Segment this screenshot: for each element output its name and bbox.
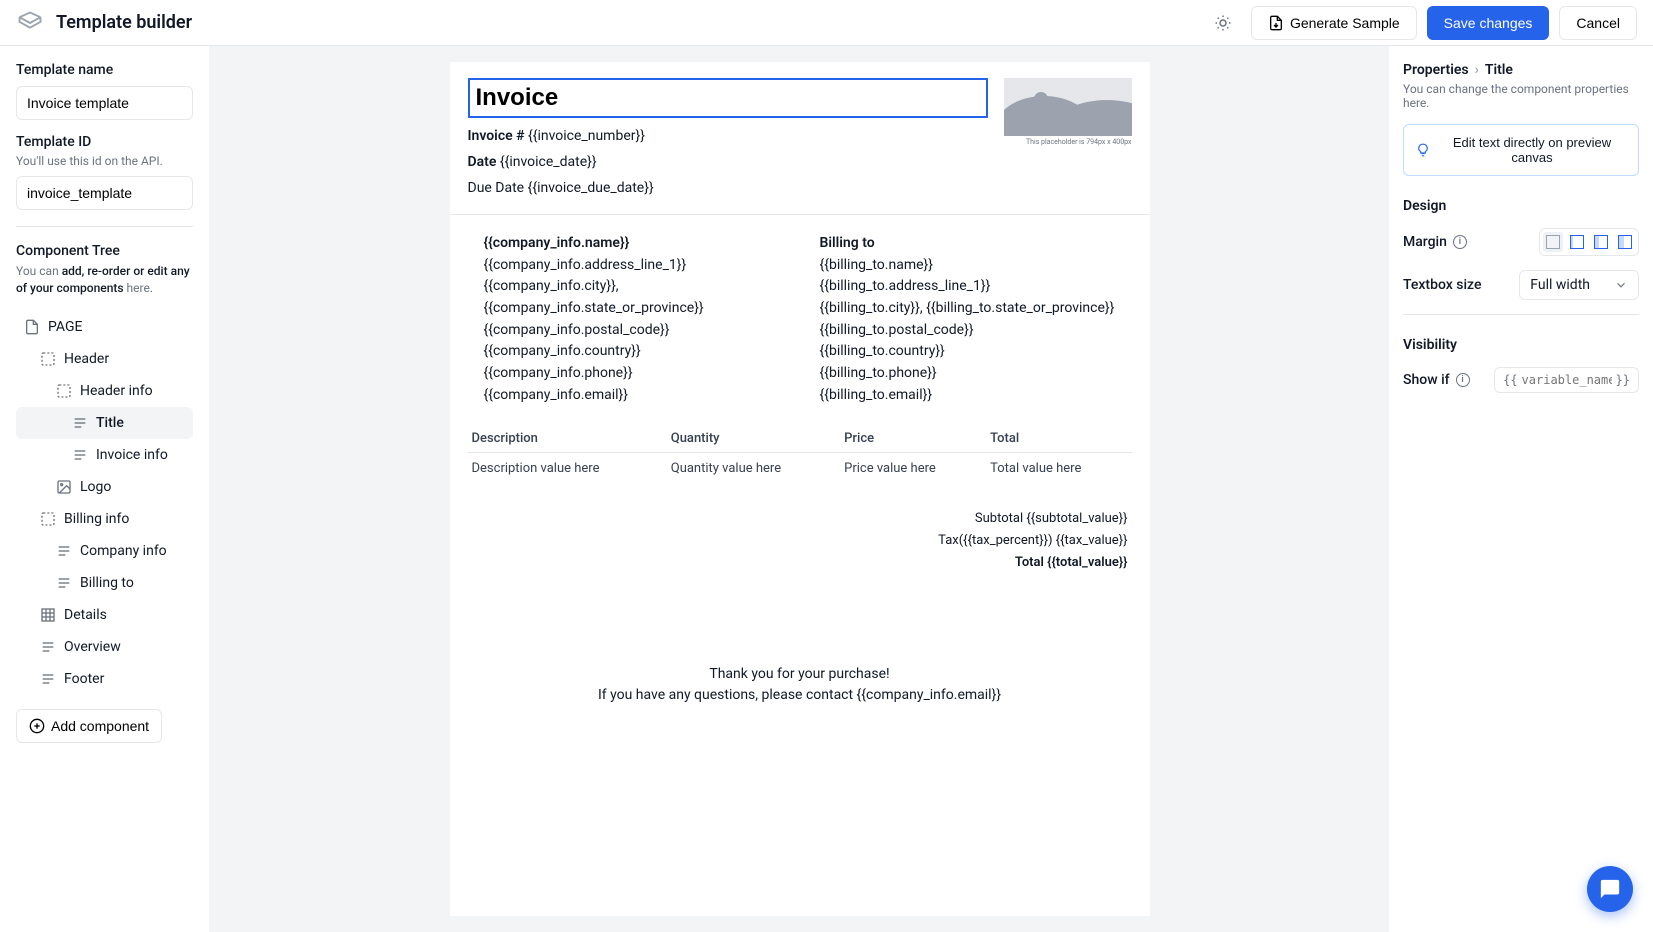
invoice-due-date: Due Date {{invoice_due_date}} [468,180,988,196]
margin-options [1539,228,1639,256]
textbox-size-label: Textbox size [1403,277,1481,293]
template-name-label: Template name [16,62,193,78]
tree-item-title[interactable]: Title [16,407,193,439]
invoice-number: Invoice # {{invoice_number}} [468,128,988,144]
divider [1403,314,1639,315]
logo-caption: This placeholder is 794px x 400px [1004,138,1132,146]
margin-label: Margini [1403,234,1467,250]
section-icon [40,511,56,527]
company-info-block: {{company_info.name}} {{company_info.add… [484,233,780,407]
margin-large[interactable] [1615,232,1635,252]
save-button[interactable]: Save changes [1427,6,1550,40]
section-icon [56,383,72,399]
footer-message: Thank you for your purchase! If you have… [468,664,1132,706]
billing-to-block: Billing to {{billing_to.name}} {{billing… [820,233,1116,407]
chevron-down-icon [1614,278,1628,292]
divider [450,214,1150,215]
component-tree-help: You can add, re-order or edit any of you… [16,263,193,297]
info-icon[interactable]: i [1456,373,1470,387]
text-icon [56,543,72,559]
template-id-help: You'll use this id on the API. [16,154,193,168]
generate-sample-button[interactable]: Generate Sample [1251,6,1417,40]
tree-item-billing-to[interactable]: Billing to [16,567,193,599]
table-row: Description value here Quantity value he… [468,452,1132,484]
tree-item-footer[interactable]: Footer [16,663,193,695]
add-component-button[interactable]: Add component [16,709,162,743]
col-total: Total [986,425,1131,453]
text-icon [40,639,56,655]
items-table: Description Quantity Price Total Descrip… [468,425,1132,484]
invoice-date: Date {{invoice_date}} [468,154,988,170]
theme-toggle-icon[interactable] [1205,5,1241,41]
page-icon [24,319,40,335]
preview-canvas[interactable]: Invoice # {{invoice_number}} Date {{invo… [450,62,1150,916]
title-input[interactable] [468,78,988,118]
tree-item-invoice-info[interactable]: Invoice info [16,439,193,471]
margin-none[interactable] [1543,232,1563,252]
col-description: Description [468,425,667,453]
showif-input-wrap[interactable]: {{ }} [1494,367,1639,393]
chat-fab[interactable] [1587,866,1633,912]
lightbulb-icon [1416,143,1430,157]
divider [16,226,193,227]
showif-input[interactable] [1522,373,1612,387]
component-tree-label: Component Tree [16,243,193,259]
chevron-right-icon: › [1475,62,1479,78]
showif-label: Show ifi [1403,372,1470,388]
text-icon [40,671,56,687]
totals-block: Subtotal {{subtotal_value}} Tax({{tax_pe… [468,508,1132,574]
edit-on-canvas-hint[interactable]: Edit text directly on preview canvas [1403,124,1639,176]
margin-medium[interactable] [1591,232,1611,252]
template-name-input[interactable] [16,86,193,120]
tree-item-page[interactable]: PAGE [16,311,193,343]
properties-help: You can change the component properties … [1403,82,1639,110]
info-icon[interactable]: i [1453,235,1467,249]
col-quantity: Quantity [667,425,840,453]
app-logo-icon [16,9,44,37]
logo-placeholder[interactable] [1004,78,1132,136]
margin-small[interactable] [1567,232,1587,252]
app-title: Template builder [56,12,192,33]
image-icon [56,479,72,495]
cancel-button[interactable]: Cancel [1559,6,1637,40]
visibility-heading: Visibility [1403,337,1639,353]
tree-item-billing-info[interactable]: Billing info [16,503,193,535]
text-icon [56,575,72,591]
brace-open-icon: {{ [1503,373,1517,387]
tree-item-header-info[interactable]: Header info [16,375,193,407]
text-icon [72,415,88,431]
tree-item-logo[interactable]: Logo [16,471,193,503]
text-icon [72,447,88,463]
design-heading: Design [1403,198,1639,214]
template-id-input[interactable] [16,176,193,210]
textbox-size-select[interactable]: Full width [1519,270,1639,300]
template-id-label: Template ID [16,134,193,150]
tree-item-overview[interactable]: Overview [16,631,193,663]
tree-item-company-info[interactable]: Company info [16,535,193,567]
tree-item-header[interactable]: Header [16,343,193,375]
section-icon [40,351,56,367]
col-price: Price [840,425,986,453]
brace-close-icon: }} [1616,373,1630,387]
tree-item-details[interactable]: Details [16,599,193,631]
breadcrumb: Properties › Title [1403,62,1639,78]
table-icon [40,607,56,623]
